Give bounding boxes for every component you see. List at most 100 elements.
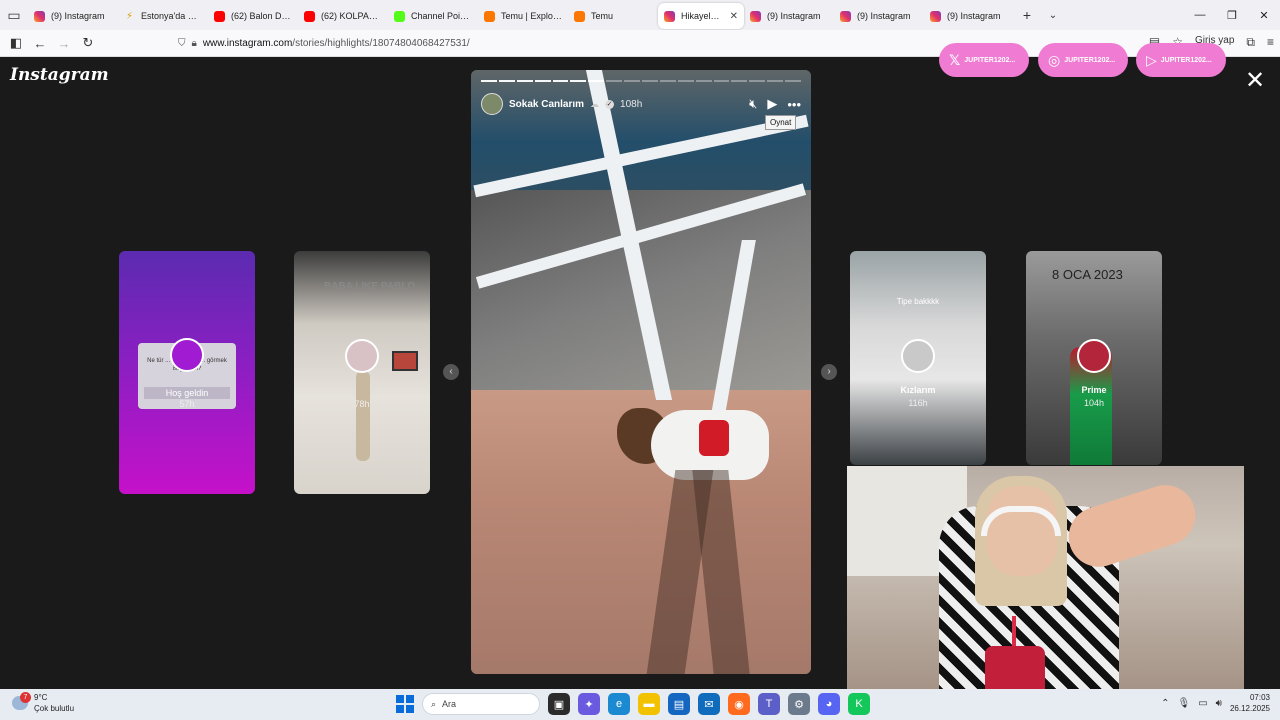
play-tooltip: Oynat [765,115,797,130]
tab-3[interactable]: (62) KOLPAÇİNO [298,3,388,29]
close-window-icon[interactable]: ✕ [1248,9,1280,22]
copilot-icon[interactable]: ✦ [578,693,600,715]
sidebar-toggle-icon[interactable]: ◧ [4,35,28,51]
active-story[interactable]: Sokak Canlarım ☁ ✓ 108h 🔇︎ ▶ ••• Oynat [471,70,811,674]
progress-segment [552,80,569,82]
outlook-icon[interactable]: ✉ [698,693,720,715]
story-time: 104h [1083,398,1105,408]
story-card-next-1[interactable]: Tipe bakkkk Kızlarım 116h [850,251,986,465]
progress-segment [498,80,515,82]
close-tab-icon[interactable]: ✕ [730,11,738,22]
discord-icon[interactable]: ◕ [818,693,840,715]
minimize-icon[interactable]: — [1184,9,1216,22]
progress-segment [749,80,766,82]
file-explorer-icon[interactable]: ▬ [638,693,660,715]
tab-6[interactable]: Temu [568,3,658,29]
youtube-favicon-icon [214,10,225,22]
avatar[interactable] [481,93,503,115]
tab-2[interactable]: (62) Balon Date S [208,3,298,29]
story-card-previous-2[interactable]: Ne tür ... özel içerik ... görmek istiyo… [119,251,255,494]
red-cup [985,646,1045,690]
lock-icon[interactable]: 🔒︎ [192,38,197,49]
new-tab-icon[interactable]: + [1014,7,1040,23]
back-icon[interactable]: ← [28,36,52,51]
story-caption: Tipe bakkkk [896,297,940,306]
edge-icon[interactable]: e [608,693,630,715]
next-story-arrow-icon[interactable]: › [821,364,837,380]
progress-segment [695,80,712,82]
avatar [1077,339,1111,373]
settings-gear-icon[interactable]: ⚙ [788,693,810,715]
microphone-icon[interactable]: 🎙︎ [1177,698,1190,709]
bolt-favicon-icon: ⚡ [124,10,135,22]
verified-badge-icon: ✓ [605,99,615,109]
tab-7-active[interactable]: Hikayeler • Ins ✕ [658,3,744,29]
reload-icon[interactable]: ↻ [76,35,100,51]
tab-label: Hikayeler • Ins [681,11,724,21]
progress-segment [570,80,587,82]
menu-icon[interactable]: ≡ [1267,35,1274,50]
tab-1[interactable]: ⚡ Estonya'da Şirket [118,3,208,29]
tab-overview-icon[interactable]: ▭ [0,0,28,30]
instagram-logo[interactable]: Instagram [10,65,109,85]
tab-10[interactable]: (9) Instagram [924,3,1014,29]
instagram-favicon-icon [664,10,675,22]
volume-icon[interactable]: 🔊︎ [1216,698,1222,709]
streamer-hand [1060,477,1204,575]
weather-badge: 7 [20,692,31,703]
url-path: /stories/highlights/18074804068427531/ [292,37,470,49]
story-card-previous-1[interactable]: BABA LIKE PABLO 78h [294,251,430,494]
wall-art [392,351,418,371]
clock-date: 26.12.2025 [1229,704,1270,713]
progress-segment [785,80,802,82]
tray-chevron-icon[interactable]: ⌃ [1161,698,1169,709]
tab-8[interactable]: (9) Instagram [744,3,834,29]
previous-story-arrow-icon[interactable]: ‹ [443,364,459,380]
restore-icon[interactable]: ❐ [1216,9,1248,22]
progress-segment [677,80,694,82]
firefox-icon[interactable]: ◉ [728,693,750,715]
tab-list-chevron-icon[interactable]: ⌄ [1040,10,1066,21]
clock[interactable]: 07:03 26.12.2025 [1230,692,1270,714]
windows-start-icon[interactable] [396,695,414,713]
tab-label: (62) Balon Date S [231,11,292,21]
search-icon: ⌕ [431,698,437,709]
red-vest [699,420,729,456]
story-card-next-2[interactable]: 8 OCA 2023 Prime 104h [1026,251,1162,465]
social-badge-x: 𝕏 JUPITER1202... [939,43,1029,77]
more-options-icon[interactable]: ••• [787,97,801,112]
instagram-icon: ◎ [1048,51,1061,68]
tab-label: (9) Instagram [857,11,911,21]
tab-4[interactable]: Channel Points - [388,3,478,29]
mute-icon[interactable]: 🔇︎ [749,96,757,112]
progress-segment [731,80,748,82]
play-icon[interactable]: ▶ [767,96,777,112]
tab-0[interactable]: (9) Instagram [28,3,118,29]
taskbar-apps: ⌕ Ara ▣ ✦ e ▬ ▤ ✉ ◉ T ⚙ ◕ K [396,693,870,715]
address-bar[interactable]: ⛉ 🔒︎ www.instagram.com/stories/highlight… [178,33,470,53]
weather-widget[interactable]: 7 9°C Çok bulutlu [12,692,74,714]
social-handle: JUPITER1202... [1064,56,1116,64]
store-icon[interactable]: ▤ [668,693,690,715]
network-icon[interactable]: ▭ [1198,698,1207,709]
task-view-icon[interactable]: ▣ [548,693,570,715]
story-time: 57h [179,399,195,409]
shield-icon[interactable]: ⛉ [178,38,186,49]
kick-app-icon[interactable]: K [848,693,870,715]
social-handle: JUPITER1202... [1160,56,1212,64]
url-host: www.instagram.com [202,37,293,49]
progress-segment [642,80,658,82]
progress-segment [516,80,533,82]
teams-icon[interactable]: T [758,693,780,715]
taskbar-search[interactable]: ⌕ Ara [422,693,540,715]
weather-temp: 9°C [34,693,48,702]
story-controls: 🔇︎ ▶ ••• [749,96,801,112]
tab-5[interactable]: Temu | Explore th [478,3,568,29]
extensions-icon[interactable]: ⧉ [1246,35,1255,50]
story-username[interactable]: Sokak Canlarım [509,99,584,110]
tab-9[interactable]: (9) Instagram [834,3,924,29]
forward-icon[interactable]: → [52,36,76,51]
close-stories-icon[interactable]: ✕ [1245,69,1265,93]
person-figure [356,371,370,461]
progress-segment [767,80,784,82]
